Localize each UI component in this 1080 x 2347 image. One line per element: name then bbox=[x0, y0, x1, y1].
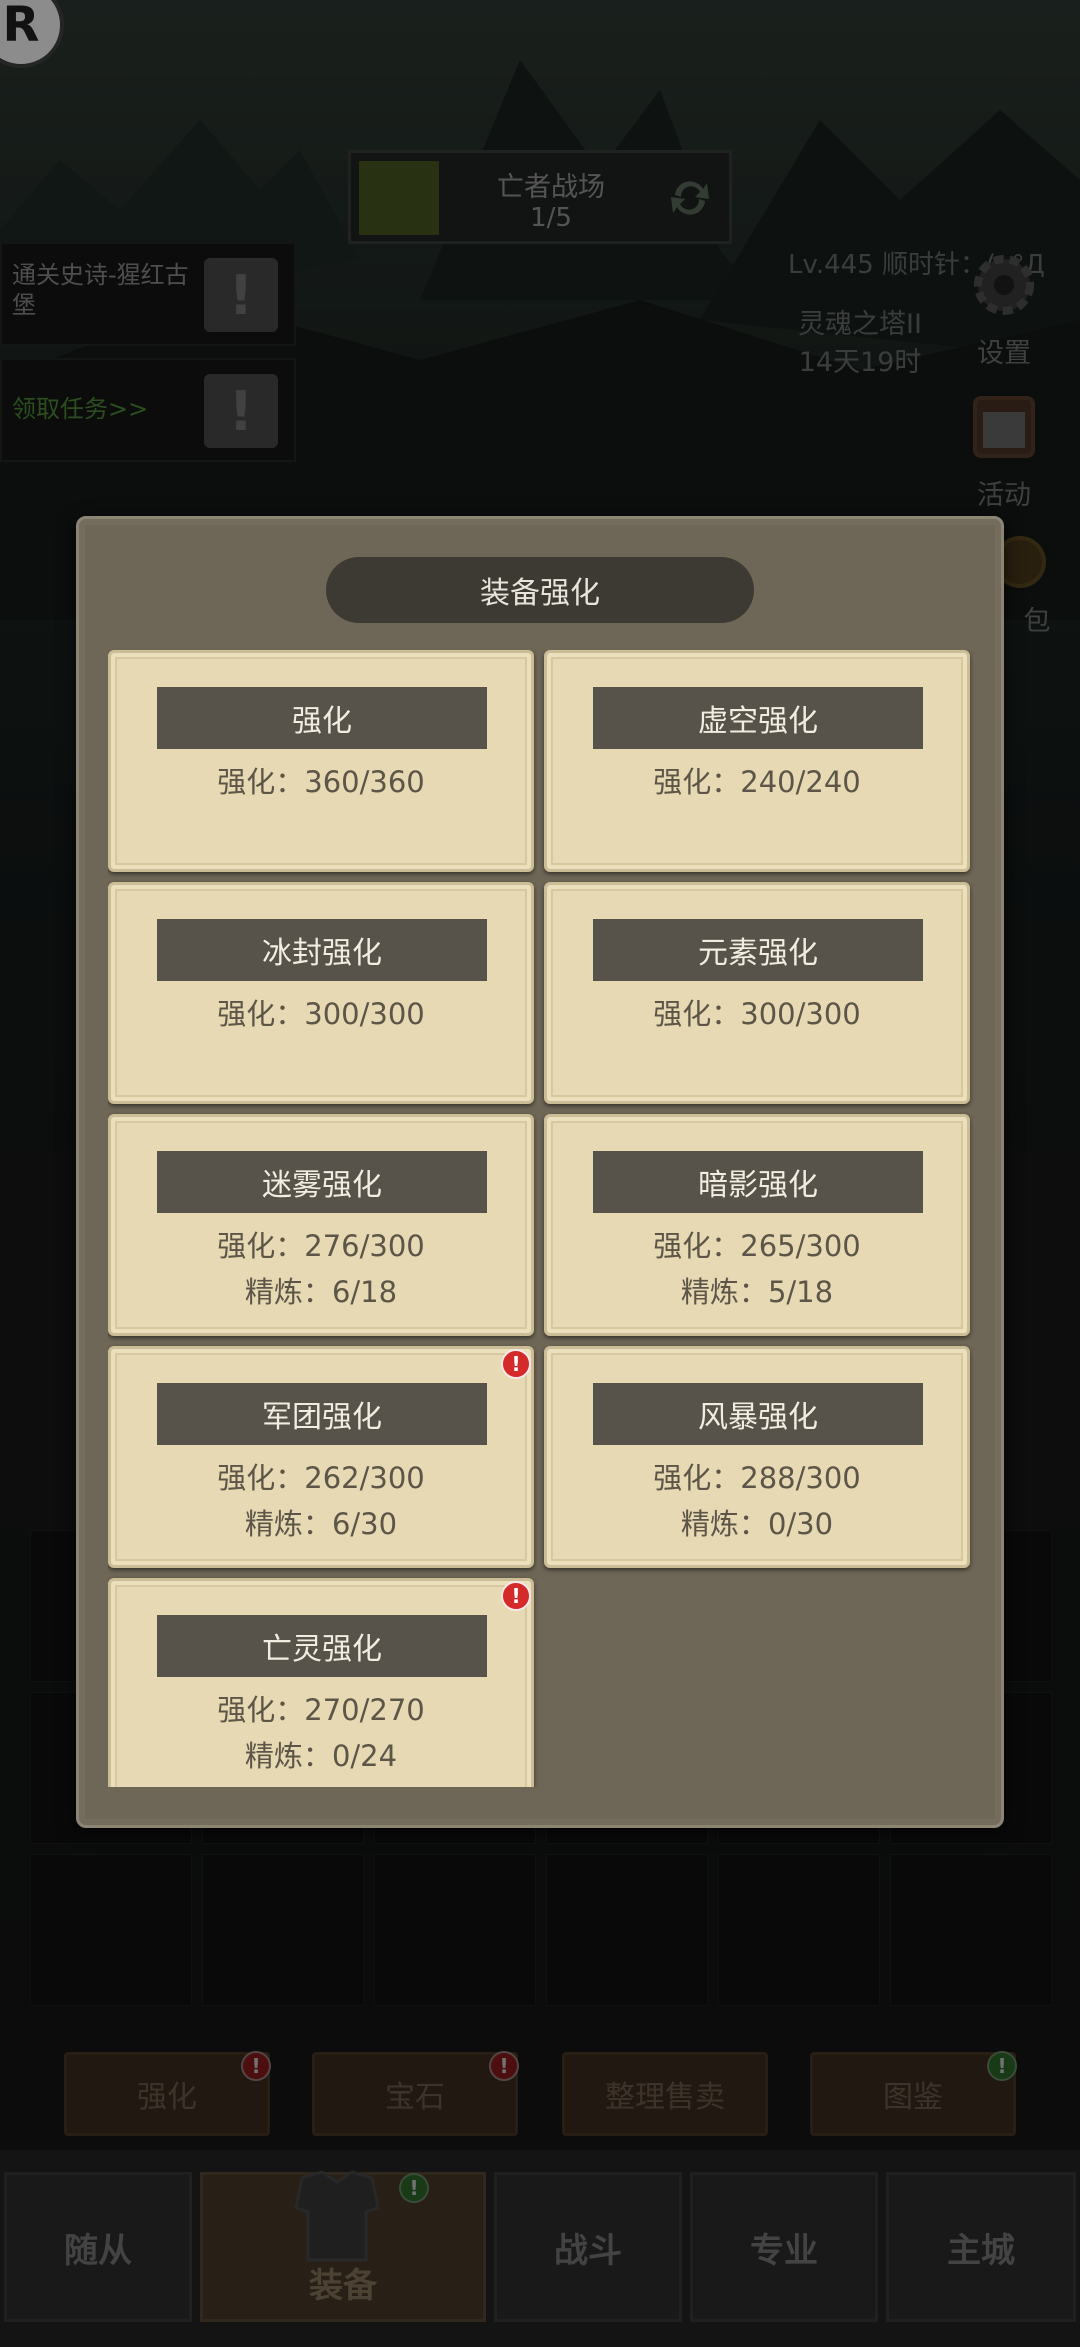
strengthen-progress: 强化：288/300 bbox=[547, 1455, 967, 1497]
strengthen-progress: 强化：262/300 bbox=[111, 1455, 531, 1497]
strengthen-value: 276/300 bbox=[304, 1229, 425, 1263]
strengthen-label: 强化： bbox=[653, 1229, 741, 1263]
refine-value: 6/30 bbox=[331, 1507, 398, 1541]
enhance-card-title: 冰封强化 bbox=[157, 919, 487, 981]
enhance-card[interactable]: 强化强化：360/360 bbox=[108, 650, 534, 872]
enhance-card[interactable]: 军团强化 强化：262/300 精炼：6/30! bbox=[108, 1346, 534, 1568]
refine-label: 精炼： bbox=[680, 1507, 768, 1541]
strengthen-value: 270/270 bbox=[304, 1693, 425, 1727]
enhance-card-title: 强化 bbox=[157, 687, 487, 749]
enhance-card-title: 军团强化 bbox=[157, 1383, 487, 1445]
enhance-card-list[interactable]: 强化 强化：360/360 虚空强化 强化：240/240 冰封强化 强化：300/300… bbox=[108, 650, 976, 1787]
strengthen-value: 262/300 bbox=[304, 1461, 425, 1495]
strengthen-progress: 强化：240/240 bbox=[547, 759, 967, 801]
refine-progress: 精炼：5/18 bbox=[547, 1269, 967, 1311]
refine-value: 0/30 bbox=[767, 1507, 834, 1541]
strengthen-label: 强化： bbox=[217, 1461, 305, 1495]
strengthen-progress: 强化：270/270 bbox=[111, 1687, 531, 1729]
refine-value: 5/18 bbox=[767, 1275, 834, 1309]
strengthen-progress: 强化：265/300 bbox=[547, 1223, 967, 1265]
strengthen-label: 强化： bbox=[653, 765, 741, 799]
strengthen-progress: 强化：300/300 bbox=[547, 991, 967, 1033]
alert-icon: ! bbox=[501, 1349, 531, 1379]
enhance-card-title: 暗影强化 bbox=[593, 1151, 923, 1213]
strengthen-label: 强化： bbox=[217, 997, 305, 1031]
strengthen-label: 强化： bbox=[217, 1229, 305, 1263]
refine-value: 0/24 bbox=[331, 1739, 398, 1773]
strengthen-label: 强化： bbox=[653, 1461, 741, 1495]
strengthen-value: 360/360 bbox=[304, 765, 425, 799]
strengthen-value: 288/300 bbox=[740, 1461, 861, 1495]
refine-progress: 精炼：0/24 bbox=[111, 1733, 531, 1775]
enhance-card[interactable]: 虚空强化强化：240/240 bbox=[544, 650, 970, 872]
strengthen-label: 强化： bbox=[217, 765, 305, 799]
refine-label: 精炼： bbox=[244, 1507, 332, 1541]
enhance-card[interactable]: 亡灵强化 强化：270/270 精炼：0/24! bbox=[108, 1578, 534, 1787]
enhance-card-title: 虚空强化 bbox=[593, 687, 923, 749]
enhance-card-title: 迷雾强化 bbox=[157, 1151, 487, 1213]
refine-progress: 精炼：6/30 bbox=[111, 1501, 531, 1543]
strengthen-value: 265/300 bbox=[740, 1229, 861, 1263]
enhance-card[interactable]: 冰封强化强化：300/300 bbox=[108, 882, 534, 1104]
strengthen-progress: 强化：276/300 bbox=[111, 1223, 531, 1265]
strengthen-value: 300/300 bbox=[304, 997, 425, 1031]
enhance-card[interactable]: 暗影强化 强化：265/300 精炼：5/18 bbox=[544, 1114, 970, 1336]
refine-progress: 精炼：6/18 bbox=[111, 1269, 531, 1311]
enhance-card[interactable]: 迷雾强化 强化：276/300 精炼：6/18 bbox=[108, 1114, 534, 1336]
refine-label: 精炼： bbox=[244, 1275, 332, 1309]
strengthen-value: 300/300 bbox=[740, 997, 861, 1031]
strengthen-label: 强化： bbox=[653, 997, 741, 1031]
enhance-card[interactable]: 风暴强化 强化：288/300 精炼：0/30 bbox=[544, 1346, 970, 1568]
refine-value: 6/18 bbox=[331, 1275, 398, 1309]
alert-icon: ! bbox=[501, 1581, 531, 1611]
strengthen-progress: 强化：300/300 bbox=[111, 991, 531, 1033]
strengthen-value: 240/240 bbox=[740, 765, 861, 799]
refine-progress: 精炼：0/30 bbox=[547, 1501, 967, 1543]
refine-label: 精炼： bbox=[680, 1275, 768, 1309]
refine-label: 精炼： bbox=[244, 1739, 332, 1773]
strengthen-progress: 强化：360/360 bbox=[111, 759, 531, 801]
modal-title: 装备强化 bbox=[326, 557, 754, 623]
enhance-card[interactable]: 元素强化强化：300/300 bbox=[544, 882, 970, 1104]
enhance-card-title: 风暴强化 bbox=[593, 1383, 923, 1445]
enhance-card-title: 元素强化 bbox=[593, 919, 923, 981]
strengthen-label: 强化： bbox=[217, 1693, 305, 1727]
enhance-card-title: 亡灵强化 bbox=[157, 1615, 487, 1677]
